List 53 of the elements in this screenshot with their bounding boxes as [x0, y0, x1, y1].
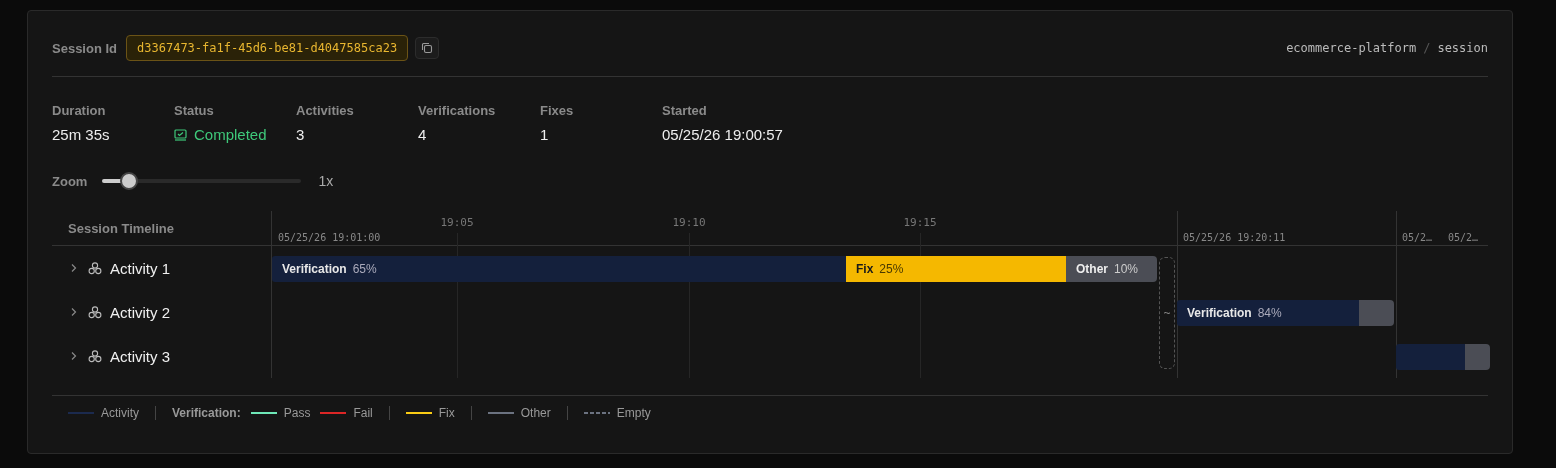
fix-segment[interactable]: Fix 25% — [846, 256, 1066, 282]
chevron-icon[interactable] — [70, 307, 78, 317]
breadcrumb-item[interactable]: session — [1437, 41, 1488, 55]
activity-name[interactable]: Activity 1 — [110, 259, 170, 277]
activity-name[interactable]: Activity 3 — [110, 347, 170, 365]
slider-thumb[interactable] — [120, 172, 139, 190]
copy-button[interactable] — [415, 37, 440, 59]
zoom-slider[interactable] — [102, 172, 302, 190]
legend-label: Fail — [353, 406, 373, 420]
copy-icon — [421, 42, 434, 54]
legend-label: Pass — [283, 406, 311, 420]
section-timestamp: 05/25/26 19:01:00 — [278, 232, 381, 243]
legend-label: Fix — [438, 406, 455, 420]
breadcrumb-item[interactable]: ecommerce-platform — [1286, 41, 1417, 55]
chevron-icon[interactable] — [70, 351, 78, 361]
time-tick: 19:05 — [440, 216, 474, 229]
legend-label: Activity — [101, 406, 139, 420]
stat-value: 4 — [418, 126, 428, 143]
stat-label: Verifications — [418, 103, 497, 118]
stat-label: Status — [174, 103, 215, 118]
time-tick: 19:10 — [672, 216, 706, 229]
breadcrumb-separator: / — [1423, 41, 1431, 55]
legend-title: Verification: — [172, 406, 241, 420]
cluster-icon — [88, 261, 102, 275]
stat-label: Activities — [296, 103, 355, 118]
stat-label: Duration — [52, 103, 107, 118]
stat-value: 1 — [540, 126, 550, 143]
session-id-chip: d3367473-fa1f-45d6-be81-d4047585ca23 — [126, 35, 409, 61]
stat-value: 25m 35s — [52, 126, 111, 143]
stat-value: 3 — [296, 126, 306, 143]
section-timestamp: 05/2… — [1402, 232, 1433, 243]
empty-gap: ~ — [1159, 257, 1175, 369]
legend-label: Other — [520, 406, 551, 420]
section-timestamp: 05/25/26 19:20:11 — [1183, 232, 1286, 243]
activity-name[interactable]: Activity 2 — [110, 303, 170, 321]
legend-label: Empty — [616, 406, 651, 420]
zoom-label: Zoom — [52, 173, 88, 189]
session-id-label: Session Id — [52, 40, 118, 56]
cluster-icon — [88, 349, 102, 363]
stat-value: 05/25/26 19:00:57 — [662, 126, 784, 143]
monitor-check-icon — [174, 128, 187, 141]
cluster-icon — [88, 305, 102, 319]
status-value: Completed — [194, 126, 267, 143]
verification-segment[interactable]: Verification 65% — [272, 256, 846, 282]
timeline-header: Session Timeline — [68, 220, 174, 236]
time-tick: 19:15 — [903, 216, 937, 229]
section-timestamp: 05/2… — [1448, 232, 1479, 243]
verification-segment[interactable]: Verification 84% — [1177, 300, 1359, 326]
stat-label: Started — [662, 103, 708, 118]
zoom-reading: 1x — [318, 173, 334, 189]
chevron-icon[interactable] — [70, 263, 78, 273]
stat-label: Fixes — [540, 103, 575, 118]
other-segment[interactable]: Other 10% — [1066, 256, 1157, 282]
